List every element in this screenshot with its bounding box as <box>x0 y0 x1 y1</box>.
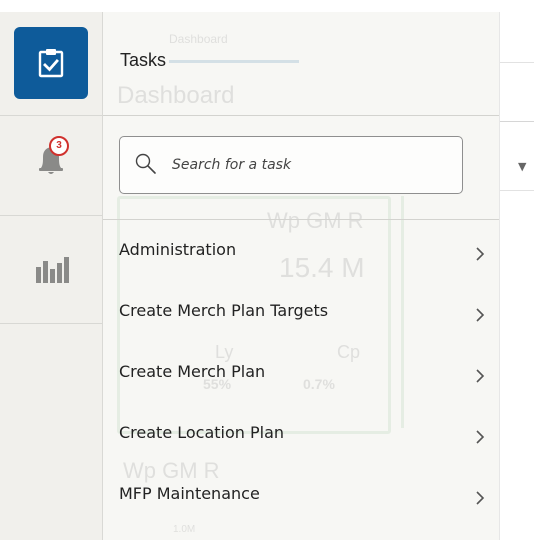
ghost-tab-underline <box>169 60 299 63</box>
bell-icon[interactable]: 3 <box>35 136 69 178</box>
background-rule <box>500 62 534 63</box>
task-list: Administration Create Merch Plan Targets… <box>103 224 499 529</box>
chevron-right-icon <box>476 247 485 261</box>
chevron-right-icon <box>476 308 485 322</box>
chevron-right-icon <box>476 491 485 505</box>
rail-item-tasks[interactable] <box>0 12 102 116</box>
task-item-label: Create Location Plan <box>119 423 285 442</box>
search-box[interactable] <box>119 136 463 194</box>
task-item-create-merch-plan-targets[interactable]: Create Merch Plan Targets <box>103 285 499 346</box>
notification-badge: 3 <box>49 136 69 156</box>
clipboard-check-icon <box>38 49 64 78</box>
ghost-heading: Dashboard <box>117 82 235 109</box>
chevron-right-icon <box>476 430 485 444</box>
tasks-panel: Dashboard Dashboard Wp GM R 15.4 M Ly Cp… <box>103 12 499 540</box>
task-item-label: Create Merch Plan Targets <box>119 301 329 320</box>
task-item-label: Administration <box>119 240 237 259</box>
rail-item-reports[interactable] <box>0 215 102 324</box>
tasks-tile[interactable] <box>14 27 88 99</box>
task-item-create-merch-plan[interactable]: Create Merch Plan <box>103 346 499 407</box>
task-item-label: Create Merch Plan <box>119 362 266 381</box>
navigation-rail: 3 <box>0 12 103 540</box>
search-input[interactable] <box>172 147 452 183</box>
task-item-administration[interactable]: Administration <box>103 224 499 285</box>
panel-divider <box>103 115 499 116</box>
task-item-create-location-plan[interactable]: Create Location Plan <box>103 407 499 468</box>
chevron-right-icon <box>476 369 485 383</box>
background-rule <box>500 190 534 191</box>
search-icon <box>135 153 156 174</box>
background-dropdown-caret-icon[interactable]: ▼ <box>518 160 526 173</box>
task-item-mfp-maintenance[interactable]: MFP Maintenance <box>103 468 499 529</box>
background-divider <box>499 12 500 540</box>
task-item-label: MFP Maintenance <box>119 484 260 503</box>
ghost-breadcrumb: Dashboard <box>169 32 228 46</box>
panel-title: Tasks <box>120 50 167 70</box>
rail-item-notifications[interactable]: 3 <box>0 115 102 216</box>
panel-divider <box>103 219 499 220</box>
bar-chart-icon <box>36 257 69 283</box>
background-rule <box>500 121 534 122</box>
